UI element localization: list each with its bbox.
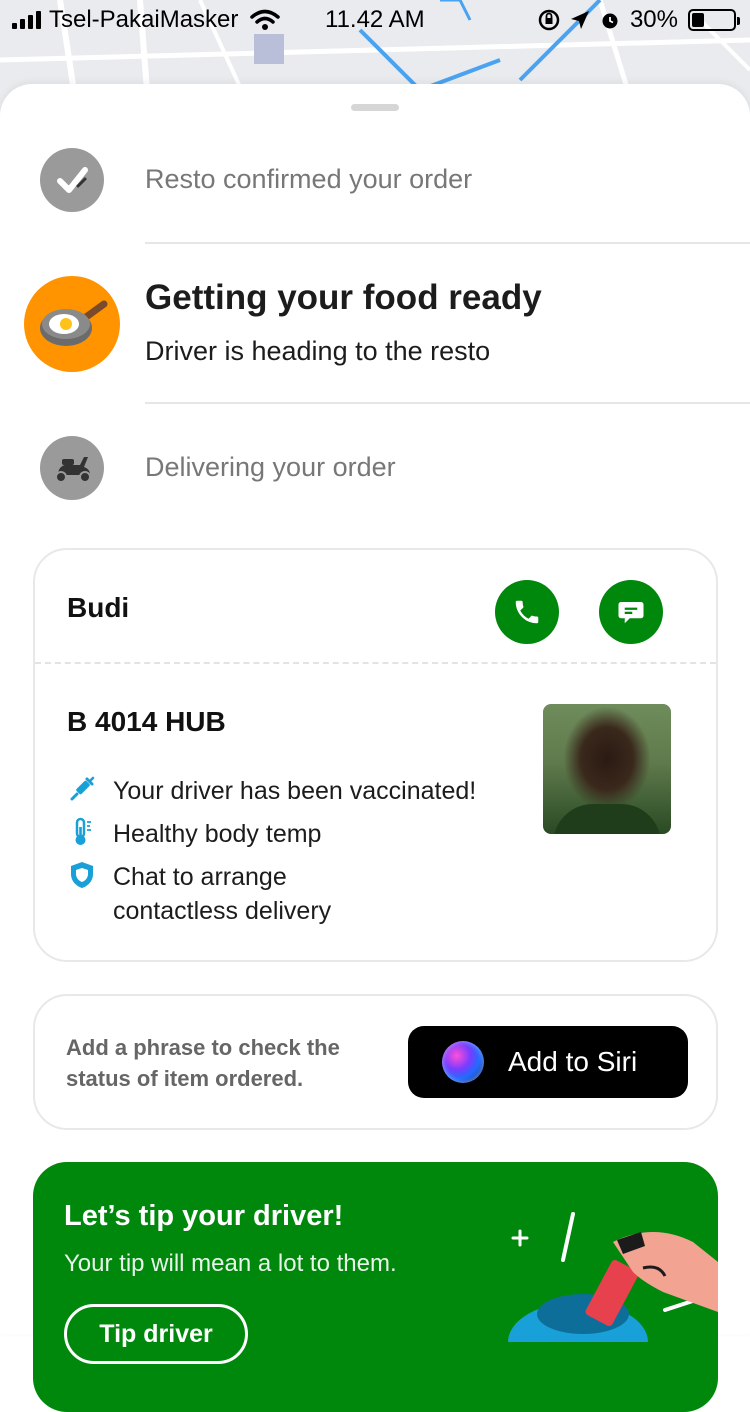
call-driver-button[interactable] — [495, 580, 559, 644]
syringe-icon — [67, 774, 97, 804]
feature-text-line: contactless delivery — [113, 897, 332, 925]
feature-text-line: Chat to arrange — [113, 863, 287, 891]
add-to-siri-label: Add to Siri — [508, 1046, 638, 1077]
scooter-icon — [40, 436, 104, 500]
tip-title: Let’s tip your driver! — [64, 1200, 344, 1232]
driver-name: Budi — [67, 592, 130, 623]
driver-photo — [543, 704, 671, 834]
siri-card: Add a phrase to check the status of item… — [33, 994, 718, 1130]
shield-icon — [67, 860, 97, 890]
carrier-name: Tsel-PakaiMasker — [49, 6, 239, 33]
siri-description-line: Add a phrase to check the — [66, 1035, 340, 1060]
feature-text: Chat to arrange contactless delivery — [113, 860, 331, 928]
step-divider — [145, 402, 750, 404]
driver-card: Budi B 4014 HUB Your driver has been vac… — [33, 548, 718, 962]
frying-pan-icon — [24, 276, 120, 372]
rotation-lock-icon — [538, 9, 560, 31]
feature-vaccinated: Your driver has been vaccinated! — [67, 774, 476, 808]
order-status-sheet: Resto confirmed your order Getting your … — [0, 84, 750, 1334]
card-dashed-divider — [35, 662, 716, 664]
step-divider — [145, 242, 750, 244]
tip-jar-illustration — [508, 1212, 718, 1342]
status-bar: Tsel-PakaiMasker 11.42 AM 30% — [0, 0, 750, 40]
feature-text: Healthy body temp — [113, 820, 322, 848]
feature-contactless: Chat to arrange contactless delivery — [67, 860, 331, 928]
siri-description: Add a phrase to check the status of item… — [66, 1032, 386, 1094]
status-right: 30% — [538, 6, 740, 34]
battery-percent: 30% — [629, 6, 678, 33]
step-confirmed-label: Resto confirmed your order — [145, 164, 473, 194]
phone-icon — [515, 600, 539, 624]
wifi-icon — [250, 9, 281, 30]
vehicle-plate: B 4014 HUB — [67, 706, 226, 737]
add-to-siri-button[interactable]: Add to Siri — [408, 1026, 688, 1098]
chat-driver-button[interactable] — [599, 580, 663, 644]
tip-subtitle: Your tip will mean a lot to them. — [64, 1250, 397, 1277]
tip-driver-card: Let’s tip your driver! Your tip will mea… — [33, 1162, 718, 1412]
alarm-icon — [602, 13, 618, 29]
carrier-group: Tsel-PakaiMasker — [12, 6, 281, 34]
step-delivering-label: Delivering your order — [145, 452, 396, 482]
sheet-grabber[interactable] — [351, 104, 399, 111]
step-preparing-subtitle: Driver is heading to the resto — [145, 336, 491, 366]
tip-driver-button[interactable]: Tip driver — [64, 1304, 248, 1364]
siri-icon — [442, 1041, 484, 1083]
check-icon — [40, 148, 104, 212]
location-icon — [570, 11, 589, 29]
status-time: 11.42 AM — [325, 6, 425, 33]
siri-description-line: status of item ordered. — [66, 1066, 304, 1091]
chat-icon — [618, 602, 644, 624]
thermometer-icon — [67, 817, 97, 847]
feature-temperature: Healthy body temp — [67, 817, 321, 851]
step-preparing-title: Getting your food ready — [145, 278, 542, 317]
battery-icon — [688, 9, 740, 31]
signal-icon — [12, 11, 41, 29]
feature-text: Your driver has been vaccinated! — [113, 777, 477, 805]
